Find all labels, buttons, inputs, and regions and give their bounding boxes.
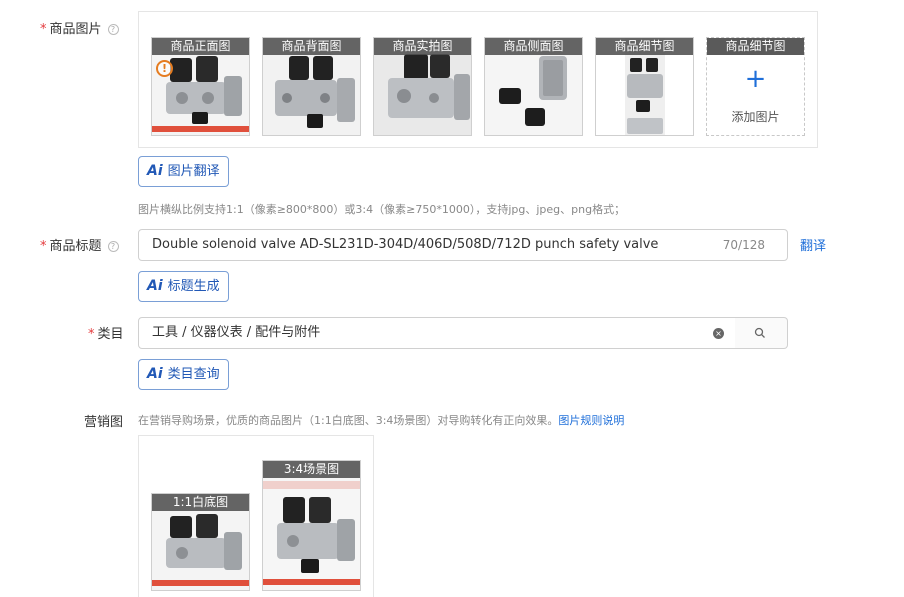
- category-input[interactable]: 工具 / 仪器仪表 / 配件与附件 ×: [138, 317, 736, 349]
- category-label-text: 类目: [97, 327, 124, 342]
- title-generate-label: 标题生成: [167, 279, 220, 294]
- category-value: 工具 / 仪器仪表 / 配件与附件: [152, 325, 321, 340]
- images-label-text: 商品图片: [49, 22, 102, 37]
- valve-photo: [263, 461, 360, 590]
- required-mark: *: [40, 22, 47, 37]
- marketing-slot-scene[interactable]: 3:4场景图: [262, 460, 361, 591]
- help-icon[interactable]: ?: [107, 24, 119, 35]
- add-slot-caption: 商品细节图: [707, 38, 804, 55]
- ai-icon: Ai: [147, 278, 163, 294]
- image-translate-button[interactable]: Ai 图片翻译: [138, 156, 229, 187]
- category-query-button[interactable]: Ai 类目查询: [138, 359, 229, 390]
- ai-icon: Ai: [147, 163, 163, 179]
- title-generate-button[interactable]: Ai 标题生成: [138, 271, 229, 302]
- category-search-button[interactable]: [735, 317, 788, 349]
- add-image-label: 添加图片: [731, 110, 780, 124]
- title-label: * 商品标题?: [40, 235, 119, 254]
- marketing-slot-white-bg[interactable]: 1:1白底图: [151, 493, 250, 591]
- category-label: * 类目: [88, 323, 124, 342]
- image-translate-label: 图片翻译: [167, 164, 220, 179]
- required-mark: *: [40, 239, 47, 254]
- product-images-box: 商品正面图 ! 商品背面图 商品实拍图 商品侧面图 商品细节图 商品细节图 + …: [138, 11, 818, 148]
- add-image-button[interactable]: 商品细节图 + 添加图片: [706, 37, 805, 136]
- image-slot-caption: 商品侧面图: [485, 38, 582, 55]
- search-icon: [754, 327, 765, 338]
- image-slot-back[interactable]: 商品背面图: [262, 37, 361, 136]
- image-spec-hint: 图片横纵比例支持1:1（像素≥800*800）或3:4（像素≥750*1000）…: [138, 203, 626, 216]
- warning-icon[interactable]: !: [156, 60, 173, 77]
- title-char-count: 70/128: [722, 238, 765, 252]
- plus-icon: +: [744, 64, 767, 94]
- image-slot-side[interactable]: 商品侧面图: [484, 37, 583, 136]
- marketing-slot-caption: 3:4场景图: [263, 461, 360, 478]
- marketing-hint: 在营销导购场景，优质的商品图片（1:1白底图、3:4场景图）对导购转化有正向效果…: [138, 412, 624, 428]
- translate-link[interactable]: 翻译: [800, 235, 826, 254]
- image-slot-detail[interactable]: 商品细节图: [595, 37, 694, 136]
- image-slot-caption: 商品正面图: [152, 38, 249, 55]
- image-rules-link[interactable]: 图片规则说明: [558, 414, 624, 427]
- images-label: * 商品图片?: [40, 18, 119, 37]
- title-input-value: Double solenoid valve AD-SL231D-304D/406…: [152, 237, 659, 252]
- help-icon[interactable]: ?: [107, 241, 119, 252]
- title-label-text: 商品标题: [49, 239, 102, 254]
- clear-icon[interactable]: ×: [713, 328, 724, 339]
- ai-icon: Ai: [147, 366, 163, 382]
- marketing-label: 营销图: [84, 415, 124, 430]
- image-slot-caption: 商品背面图: [263, 38, 360, 55]
- marketing-hint-text: 在营销导购场景，优质的商品图片（1:1白底图、3:4场景图）对导购转化有正向效果…: [138, 414, 559, 427]
- image-slot-caption: 商品细节图: [596, 38, 693, 55]
- title-input[interactable]: Double solenoid valve AD-SL231D-304D/406…: [138, 229, 788, 261]
- image-slot-front[interactable]: 商品正面图 !: [151, 37, 250, 136]
- image-slot-real[interactable]: 商品实拍图: [373, 37, 472, 136]
- required-mark: *: [88, 327, 95, 342]
- marketing-slot-caption: 1:1白底图: [152, 494, 249, 511]
- marketing-images-box: 1:1白底图 3:4场景图: [138, 435, 374, 597]
- image-slot-caption: 商品实拍图: [374, 38, 471, 55]
- category-query-label: 类目查询: [167, 367, 220, 382]
